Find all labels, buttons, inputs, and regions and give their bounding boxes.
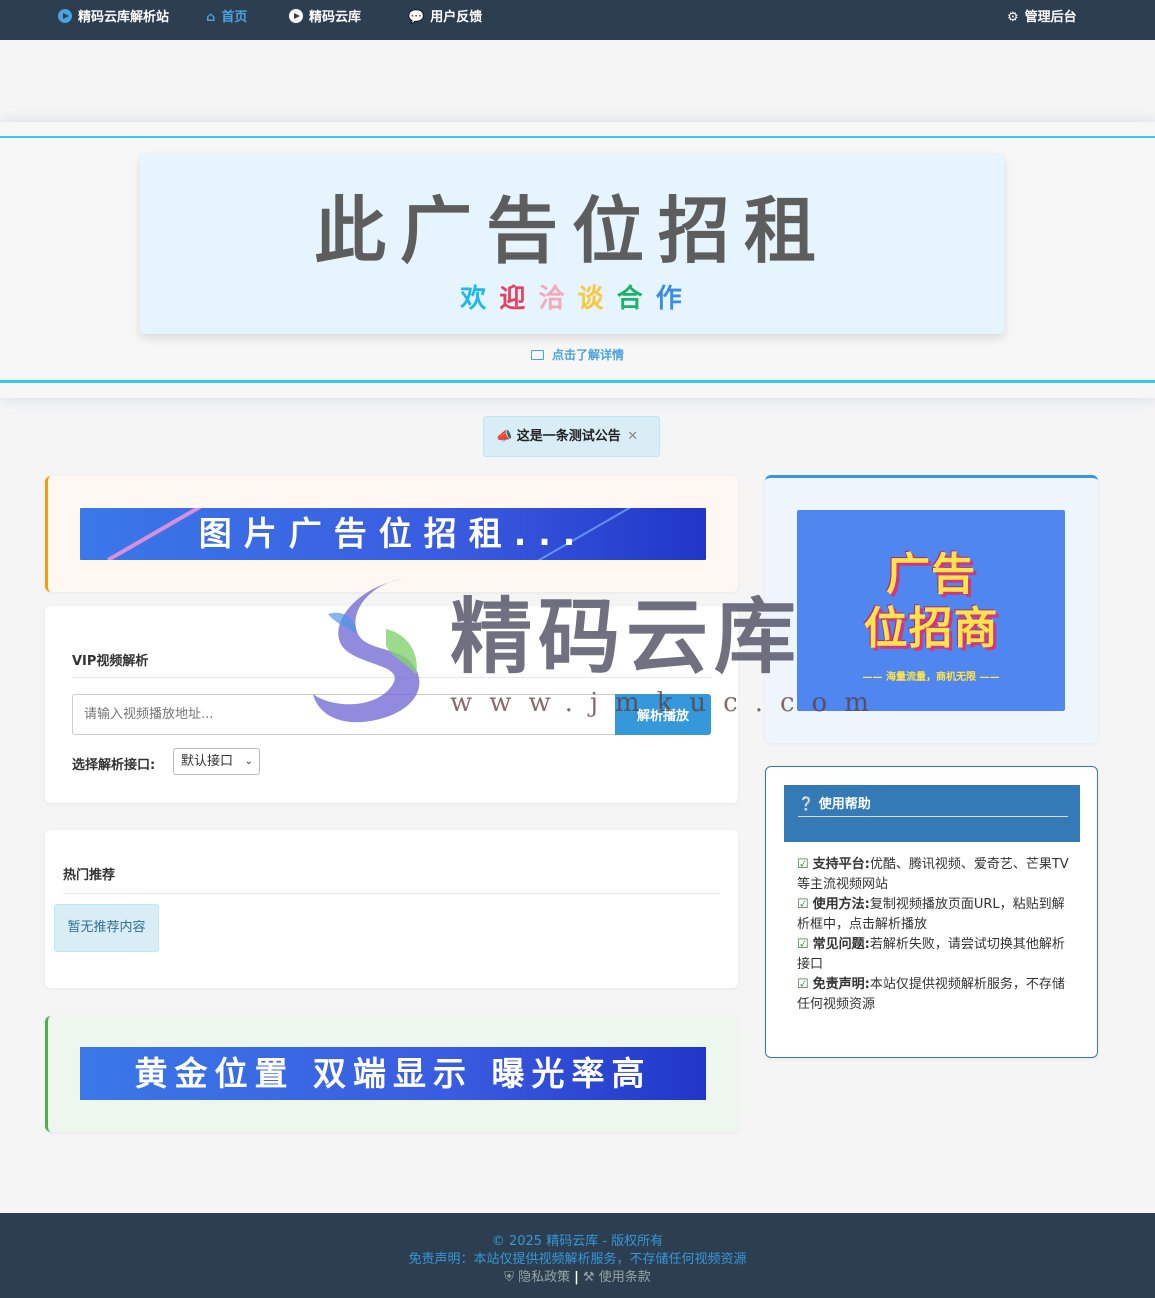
side-ad-tagline: —— 海量流量，商机无限 —— — [862, 672, 1000, 683]
nav-admin-label: 管理后台 — [1024, 10, 1077, 25]
question-circle-icon: ❔ — [798, 797, 815, 812]
chevron-down-icon: ⌄ — [244, 756, 253, 767]
gavel-icon: ⚒ — [582, 1270, 595, 1285]
play-circle-icon — [289, 9, 303, 23]
api-selected-value: 默认接口 — [181, 754, 234, 769]
privacy-link[interactable]: ⛨ 隐私政策 — [504, 1270, 570, 1285]
brand-label: 精码云库解析站 — [78, 10, 170, 25]
hot-heading: 热门推荐 — [63, 864, 720, 894]
ad-link-label: 点击了解详情 — [551, 348, 624, 362]
nav-cloud[interactable]: 精码云库 — [289, 0, 361, 40]
navbar: 精码云库解析站 ⌂ 首页 精码云库 💬 用户反馈 ⚙ 管理后台 — [0, 0, 1155, 40]
hot-recommend-panel: 热门推荐 暂无推荐内容 — [45, 830, 738, 988]
image-ad-panel: 图片广告位招租... — [45, 476, 738, 592]
top-ad-title: 此广告位招租 — [313, 189, 830, 273]
top-ad-box[interactable]: 此广告位招租 欢 迎 洽 谈 合 作 — [140, 154, 1004, 334]
parse-play-button[interactable]: 解析播放 — [615, 694, 711, 735]
help-panel: ❔ 使用帮助 ☑ 支持平台:优酷、腾讯视频、爱奇艺、芒果TV等主流视频网站 ☑ 使用… — [765, 766, 1098, 1058]
help-item-label: 使用方法: — [812, 897, 870, 912]
home-icon: ⌂ — [206, 10, 216, 25]
play-circle-icon — [58, 9, 72, 23]
footer-links: ⛨ 隐私政策 | ⚒ 使用条款 — [0, 1266, 1155, 1285]
link-separator: | — [574, 1270, 579, 1285]
footer-disclaimer: 免责声明：本站仅提供视频解析服务，不存储任何视频资源 — [408, 1252, 747, 1267]
image-ad-banner[interactable]: 图片广告位招租... — [80, 508, 706, 560]
gold-ad-banner[interactable]: 黄金位置 双端显示 曝光率高 — [80, 1047, 706, 1100]
api-label: 选择解析接口: — [72, 758, 156, 773]
subtitle-char: 合 — [616, 284, 645, 314]
decorative-streak — [107, 508, 213, 560]
help-list: ☑ 支持平台:优酷、腾讯视频、爱奇艺、芒果TV等主流视频网站 ☑ 使用方法:复制视频… — [797, 855, 1069, 1015]
announcement-alert: 📣 这是一条测试公告 ✕ — [483, 416, 660, 457]
top-ad-subtitle: 欢 迎 洽 谈 合 作 — [140, 278, 1004, 315]
check-square-icon: ☑ — [797, 897, 809, 912]
vip-heading: VIP视频解析 — [72, 650, 712, 678]
announcement-text: 这是一条测试公告 — [516, 429, 621, 444]
help-item-label: 免责声明: — [812, 977, 870, 992]
help-item: ☑ 免责声明:本站仅提供视频解析服务，不存储任何视频资源 — [797, 975, 1069, 1015]
nav-home[interactable]: ⌂ 首页 — [206, 0, 247, 40]
gear-icon: ⚙ — [1007, 10, 1019, 25]
nav-home-label: 首页 — [221, 10, 248, 25]
nav-feedback-label: 用户反馈 — [430, 10, 483, 25]
close-icon[interactable]: ✕ — [627, 429, 638, 444]
ad-details-link[interactable]: 点击了解详情 — [0, 346, 1155, 363]
gold-ad-text: 黄金位置 双端显示 曝光率高 — [134, 1054, 652, 1093]
nav-admin[interactable]: ⚙ 管理后台 — [1007, 0, 1077, 40]
api-select[interactable]: 默认接口 ⌄ — [173, 748, 260, 775]
top-ad-band: 此广告位招租 欢 迎 洽 谈 合 作 点击了解详情 — [0, 122, 1155, 398]
footer: © 2025 精码云库 - 版权所有 免责声明：本站仅提供视频解析服务，不存储任… — [0, 1213, 1155, 1298]
help-item: ☑ 支持平台:优酷、腾讯视频、爱奇艺、芒果TV等主流视频网站 — [797, 855, 1069, 895]
comment-icon: 💬 — [408, 10, 425, 25]
subtitle-char: 作 — [655, 284, 684, 314]
image-ad-text: 图片广告位招租... — [198, 514, 588, 553]
check-square-icon: ☑ — [797, 857, 809, 872]
envelope-icon — [530, 350, 544, 360]
subtitle-char: 欢 — [460, 284, 489, 314]
help-item: ☑ 使用方法:复制视频播放页面URL，粘贴到解析框中，点击解析播放 — [797, 895, 1069, 935]
help-item-label: 常见问题: — [812, 937, 870, 952]
shield-icon: ⛨ — [504, 1270, 515, 1285]
check-square-icon: ☑ — [797, 977, 809, 992]
nav-cloud-label: 精码云库 — [309, 10, 362, 25]
help-item: ☑ 常见问题:若解析失败，请尝试切换其他解析接口 — [797, 935, 1069, 975]
nav-brand[interactable]: 精码云库解析站 — [58, 0, 169, 40]
help-item-label: 支持平台: — [812, 857, 870, 872]
terms-link[interactable]: ⚒ 使用条款 — [583, 1270, 651, 1285]
vip-parser-panel: VIP视频解析 解析播放 选择解析接口: 默认接口 ⌄ — [45, 606, 738, 803]
video-url-input[interactable] — [72, 694, 615, 735]
privacy-label: 隐私政策 — [518, 1270, 571, 1285]
side-ad-panel: 广告 位招商 —— 海量流量，商机无限 —— — [765, 475, 1098, 743]
side-ad-image[interactable]: 广告 位招商 —— 海量流量，商机无限 —— — [797, 510, 1065, 711]
side-ad-line2: 位招商 — [863, 603, 999, 654]
bullhorn-icon: 📣 — [496, 429, 513, 444]
terms-label: 使用条款 — [598, 1270, 651, 1285]
check-square-icon: ☑ — [797, 937, 809, 952]
subtitle-char: 迎 — [499, 284, 528, 314]
footer-copyright: © 2025 精码云库 - 版权所有 — [491, 1234, 664, 1249]
hot-empty-message: 暂无推荐内容 — [54, 904, 159, 952]
divider — [0, 136, 1155, 138]
subtitle-char: 洽 — [538, 284, 567, 314]
subtitle-char: 谈 — [577, 284, 606, 314]
divider — [798, 816, 1068, 817]
help-title: 使用帮助 — [818, 797, 871, 812]
divider — [0, 380, 1155, 383]
nav-feedback[interactable]: 💬 用户反馈 — [408, 0, 482, 40]
gold-ad-panel: 黄金位置 双端显示 曝光率高 — [45, 1016, 738, 1132]
side-ad-line1: 广告 — [886, 549, 976, 600]
help-header: ❔ 使用帮助 — [784, 785, 1080, 842]
